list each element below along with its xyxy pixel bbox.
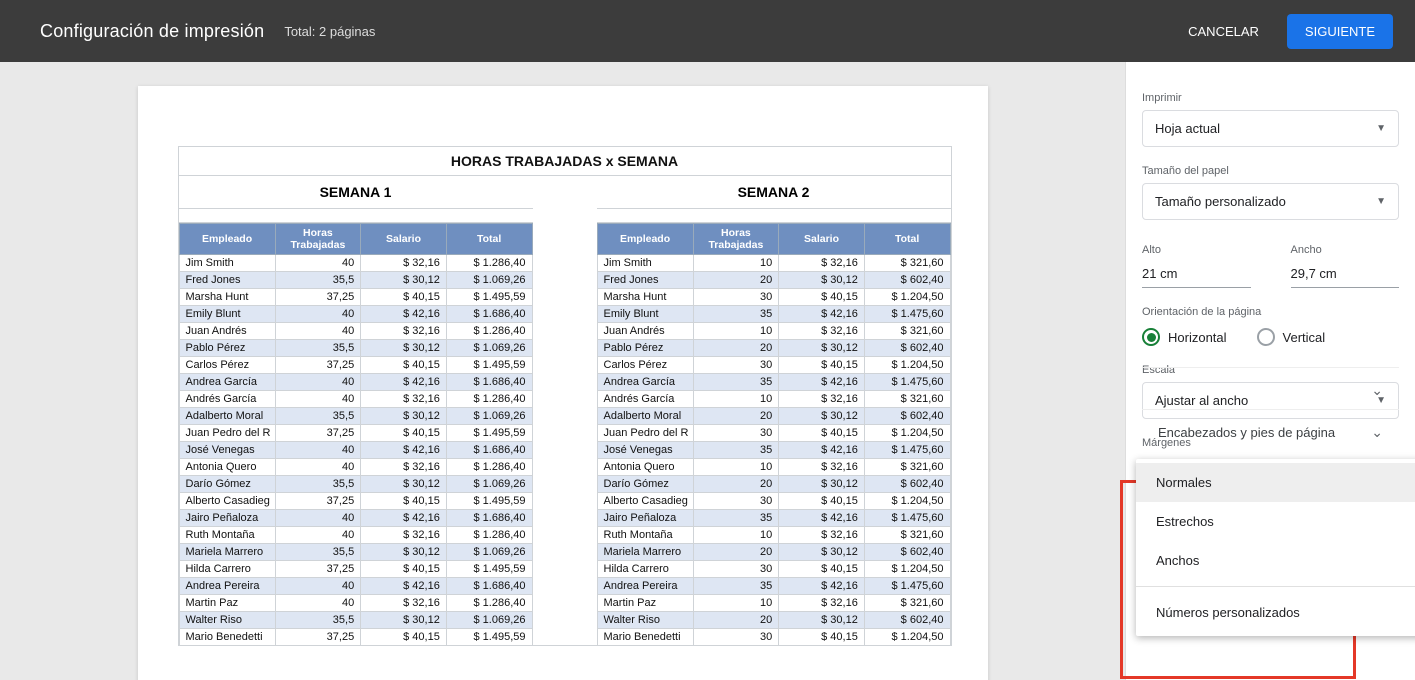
table-row: Martin Paz10$ 32,16$ 321,60 (597, 595, 950, 612)
table-row: Andrea Pereira40$ 42,16$ 1.686,40 (179, 578, 532, 595)
col-salary: Salario (361, 224, 447, 255)
print-label: Imprimir (1142, 92, 1399, 104)
table-row: Ruth Montaña40$ 32,16$ 1.286,40 (179, 527, 532, 544)
table-row: Andrés García40$ 32,16$ 1.286,40 (179, 391, 532, 408)
margins-option-custom[interactable]: Números personalizados (1136, 593, 1415, 632)
table-row: Andrea García40$ 42,16$ 1.686,40 (179, 374, 532, 391)
settings-sidebar: Imprimir Hoja actual ▼ Tamaño del papel … (1125, 62, 1415, 680)
table-row: Jim Smith40$ 32,16$ 1.286,40 (179, 255, 532, 272)
table-row: Andrea García35$ 42,16$ 1.475,60 (597, 374, 950, 391)
collapse-row-headers-footers[interactable]: Encabezados y pies de página ⌄ (1142, 409, 1399, 451)
chevron-down-icon: ▼ (1376, 123, 1386, 134)
chevron-down-icon: ▼ (1376, 196, 1386, 207)
margins-dropdown: Normales Estrechos Anchos Números person… (1136, 459, 1415, 636)
table-row: Andrés García10$ 32,16$ 321,60 (597, 391, 950, 408)
table-row: José Venegas35$ 42,16$ 1.475,60 (597, 442, 950, 459)
paper-size-select[interactable]: Tamaño personalizado ▼ (1142, 183, 1399, 220)
table-row: Adalberto Moral20$ 30,12$ 602,40 (597, 408, 950, 425)
week1-header: SEMANA 1 (179, 176, 533, 209)
table-row: Juan Andrés40$ 32,16$ 1.286,40 (179, 323, 532, 340)
table-row: Mariela Marrero35,5$ 30,12$ 1.069,26 (179, 544, 532, 561)
table-row: Adalberto Moral35,5$ 30,12$ 1.069,26 (179, 408, 532, 425)
week1-table: EmpleadoHoras TrabajadasSalarioTotalJim … (179, 223, 533, 646)
next-button[interactable]: SIGUIENTE (1287, 14, 1393, 49)
radio-icon (1142, 328, 1160, 346)
table-row: Mario Benedetti37,25$ 40,15$ 1.495,59 (179, 629, 532, 646)
print-select-value: Hoja actual (1155, 121, 1220, 136)
col-hours: Horas Trabajadas (275, 224, 361, 255)
table-row: Antonia Quero40$ 32,16$ 1.286,40 (179, 459, 532, 476)
table-row: Juan Andrés10$ 32,16$ 321,60 (597, 323, 950, 340)
table-row: Emily Blunt40$ 42,16$ 1.686,40 (179, 306, 532, 323)
paper-size-value: Tamaño personalizado (1155, 194, 1286, 209)
table-row: Hilda Carrero30$ 40,15$ 1.204,50 (597, 561, 950, 578)
height-label: Alto (1142, 244, 1251, 256)
page-title: Configuración de impresión (40, 21, 264, 42)
table-row: Fred Jones35,5$ 30,12$ 1.069,26 (179, 272, 532, 289)
total-pages: Total: 2 páginas (284, 24, 375, 39)
table-header-row: EmpleadoHoras TrabajadasSalarioTotal (597, 224, 950, 255)
table-row: Pablo Pérez20$ 30,12$ 602,40 (597, 340, 950, 357)
table-row: Mario Benedetti30$ 40,15$ 1.204,50 (597, 629, 950, 646)
print-preview-page: HORAS TRABAJADAS x SEMANA SEMANA 1 Emple… (138, 86, 988, 680)
week2-table: EmpleadoHoras TrabajadasSalarioTotalJim … (597, 223, 951, 646)
table-row: Carlos Pérez30$ 40,15$ 1.204,50 (597, 357, 950, 374)
table-row: Mariela Marrero20$ 30,12$ 602,40 (597, 544, 950, 561)
table-row: Walter Riso35,5$ 30,12$ 1.069,26 (179, 612, 532, 629)
paper-size-label: Tamaño del papel (1142, 165, 1399, 177)
table-row: Emily Blunt35$ 42,16$ 1.475,60 (597, 306, 950, 323)
headers-footers-label: Encabezados y pies de página (1158, 425, 1335, 440)
radio-icon (1257, 328, 1275, 346)
table-row: Darío Gómez20$ 30,12$ 602,40 (597, 476, 950, 493)
orientation-horizontal-label: Horizontal (1168, 330, 1227, 345)
col-emp: Empleado (179, 224, 275, 255)
table-row: Andrea Pereira35$ 42,16$ 1.475,60 (597, 578, 950, 595)
table-row: Alberto Casadieg37,25$ 40,15$ 1.495,59 (179, 493, 532, 510)
table-row: Darío Gómez35,5$ 30,12$ 1.069,26 (179, 476, 532, 493)
print-select[interactable]: Hoja actual ▼ (1142, 110, 1399, 147)
table-row: Jairo Peñaloza35$ 42,16$ 1.475,60 (597, 510, 950, 527)
table-row: Jim Smith10$ 32,16$ 321,60 (597, 255, 950, 272)
col-total: Total (446, 224, 532, 255)
table-row: Walter Riso20$ 30,12$ 602,40 (597, 612, 950, 629)
height-input[interactable] (1142, 262, 1251, 288)
orientation-horizontal-radio[interactable]: Horizontal (1142, 328, 1227, 346)
collapse-row-blank[interactable]: ⌄ (1142, 367, 1399, 409)
chevron-down-icon: ⌄ (1371, 382, 1383, 399)
col-total: Total (864, 224, 950, 255)
table-row: Marsha Hunt30$ 40,15$ 1.204,50 (597, 289, 950, 306)
col-salary: Salario (779, 224, 865, 255)
table-row: Jairo Peñaloza40$ 42,16$ 1.686,40 (179, 510, 532, 527)
table-row: Marsha Hunt37,25$ 40,15$ 1.495,59 (179, 289, 532, 306)
table-row: Hilda Carrero37,25$ 40,15$ 1.495,59 (179, 561, 532, 578)
width-label: Ancho (1291, 244, 1400, 256)
chevron-down-icon: ⌄ (1371, 424, 1383, 441)
cancel-button[interactable]: CANCELAR (1170, 14, 1277, 49)
orientation-label: Orientación de la página (1142, 306, 1399, 318)
width-input[interactable] (1291, 262, 1400, 288)
col-hours: Horas Trabajadas (693, 224, 779, 255)
week2-header: SEMANA 2 (597, 176, 951, 209)
sheet-title: HORAS TRABAJADAS x SEMANA (178, 146, 952, 176)
orientation-vertical-label: Vertical (1283, 330, 1326, 345)
topbar: Configuración de impresión Total: 2 pági… (0, 0, 1415, 62)
table-header-row: EmpleadoHoras TrabajadasSalarioTotal (179, 224, 532, 255)
table-row: Pablo Pérez35,5$ 30,12$ 1.069,26 (179, 340, 532, 357)
table-row: Juan Pedro del R37,25$ 40,15$ 1.495,59 (179, 425, 532, 442)
table-row: Juan Pedro del R30$ 40,15$ 1.204,50 (597, 425, 950, 442)
margins-option-normal[interactable]: Normales (1136, 463, 1415, 502)
col-emp: Empleado (597, 224, 693, 255)
table-row: José Venegas40$ 42,16$ 1.686,40 (179, 442, 532, 459)
table-row: Alberto Casadieg30$ 40,15$ 1.204,50 (597, 493, 950, 510)
table-row: Fred Jones20$ 30,12$ 602,40 (597, 272, 950, 289)
orientation-vertical-radio[interactable]: Vertical (1257, 328, 1326, 346)
table-row: Antonia Quero10$ 32,16$ 321,60 (597, 459, 950, 476)
margins-option-narrow[interactable]: Estrechos (1136, 502, 1415, 541)
preview-scroll-area[interactable]: HORAS TRABAJADAS x SEMANA SEMANA 1 Emple… (0, 62, 1125, 680)
table-row: Martin Paz40$ 32,16$ 1.286,40 (179, 595, 532, 612)
margins-option-wide[interactable]: Anchos (1136, 541, 1415, 580)
table-row: Carlos Pérez37,25$ 40,15$ 1.495,59 (179, 357, 532, 374)
table-row: Ruth Montaña10$ 32,16$ 321,60 (597, 527, 950, 544)
